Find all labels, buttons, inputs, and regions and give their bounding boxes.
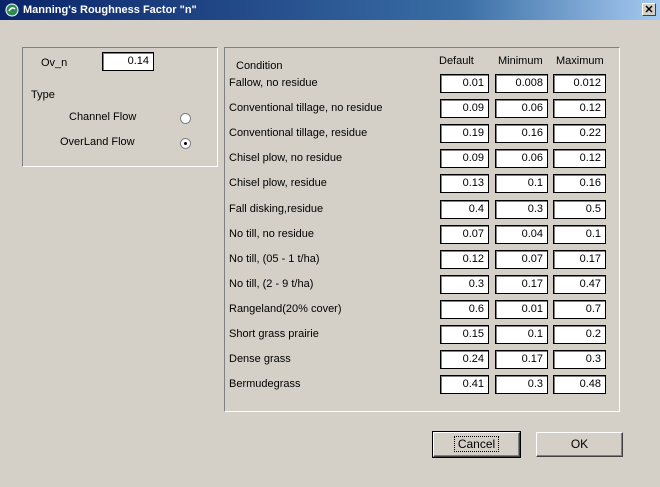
maximum-field[interactable]: 0.7 (553, 300, 606, 319)
default-field[interactable]: 0.41 (440, 375, 489, 394)
maximum-field[interactable]: 0.16 (553, 174, 606, 193)
condition-label: Dense grass (229, 353, 291, 365)
header-maximum: Maximum (556, 55, 604, 67)
default-field[interactable]: 0.13 (440, 174, 489, 193)
channel-flow-label: Channel Flow (69, 111, 137, 123)
close-icon: ✕ (644, 4, 654, 16)
default-field[interactable]: 0.09 (440, 99, 489, 118)
default-field[interactable]: 0.24 (440, 350, 489, 369)
close-button[interactable]: ✕ (642, 3, 656, 16)
ok-button[interactable]: OK (536, 432, 623, 457)
cancel-button[interactable]: Cancel (432, 431, 521, 458)
maximum-field[interactable]: 0.2 (553, 325, 606, 344)
minimum-field[interactable]: 0.06 (495, 99, 548, 118)
minimum-field[interactable]: 0.04 (495, 225, 548, 244)
header-minimum: Minimum (498, 55, 543, 67)
minimum-field[interactable]: 0.1 (495, 174, 548, 193)
header-default: Default (439, 55, 474, 67)
condition-label: Fall disking,residue (229, 203, 324, 215)
default-field[interactable]: 0.07 (440, 225, 489, 244)
maximum-field[interactable]: 0.48 (553, 375, 606, 394)
maximum-field[interactable]: 0.47 (553, 275, 606, 294)
condition-label: Chisel plow, no residue (229, 152, 343, 164)
default-field[interactable]: 0.12 (440, 250, 489, 269)
condition-label: Bermudegrass (229, 378, 301, 390)
maximum-field[interactable]: 0.1 (553, 225, 606, 244)
default-field[interactable]: 0.4 (440, 200, 489, 219)
minimum-field[interactable]: 0.16 (495, 124, 548, 143)
minimum-field[interactable]: 0.17 (495, 275, 548, 294)
maximum-field[interactable]: 0.12 (553, 149, 606, 168)
condition-label: No till, no residue (229, 228, 314, 240)
maximum-field[interactable]: 0.3 (553, 350, 606, 369)
condition-label: Conventional tillage, no residue (229, 102, 383, 114)
condition-label: No till, (2 - 9 t/ha) (229, 278, 314, 290)
ov-n-input[interactable]: 0.14 (102, 52, 154, 71)
header-condition: Condition (236, 60, 283, 72)
type-group-label: Type (31, 89, 55, 101)
minimum-field[interactable]: 0.1 (495, 325, 548, 344)
condition-label: Rangeland(20% cover) (229, 303, 342, 315)
condition-label: Fallow, no residue (229, 77, 318, 89)
default-field[interactable]: 0.01 (440, 74, 489, 93)
minimum-field[interactable]: 0.17 (495, 350, 548, 369)
condition-label: No till, (05 - 1 t/ha) (229, 253, 320, 265)
minimum-field[interactable]: 0.3 (495, 375, 548, 394)
maximum-field[interactable]: 0.17 (553, 250, 606, 269)
maximum-field[interactable]: 0.12 (553, 99, 606, 118)
minimum-field[interactable]: 0.01 (495, 300, 548, 319)
title-bar: Manning's Roughness Factor "n" ✕ (0, 0, 660, 20)
minimum-field[interactable]: 0.07 (495, 250, 548, 269)
ov-n-label: Ov_n (41, 57, 68, 69)
condition-label: Short grass prairie (229, 328, 319, 340)
overland-flow-radio[interactable] (180, 138, 191, 149)
default-field[interactable]: 0.19 (440, 124, 489, 143)
default-field[interactable]: 0.15 (440, 325, 489, 344)
maximum-field[interactable]: 0.5 (553, 200, 606, 219)
condition-label: Chisel plow, residue (229, 177, 327, 189)
maximum-field[interactable]: 0.22 (553, 124, 606, 143)
default-field[interactable]: 0.6 (440, 300, 489, 319)
condition-label: Conventional tillage, residue (229, 127, 368, 139)
app-icon (5, 3, 19, 17)
minimum-field[interactable]: 0.3 (495, 200, 548, 219)
default-field[interactable]: 0.09 (440, 149, 489, 168)
ok-button-label: OK (570, 437, 589, 451)
minimum-field[interactable]: 0.008 (495, 74, 548, 93)
overland-flow-label: OverLand Flow (60, 136, 135, 148)
maximum-field[interactable]: 0.012 (553, 74, 606, 93)
minimum-field[interactable]: 0.06 (495, 149, 548, 168)
channel-flow-radio[interactable] (180, 113, 191, 124)
cancel-button-label: Cancel (453, 436, 500, 452)
window-title: Manning's Roughness Factor "n" (23, 4, 197, 16)
default-field[interactable]: 0.3 (440, 275, 489, 294)
